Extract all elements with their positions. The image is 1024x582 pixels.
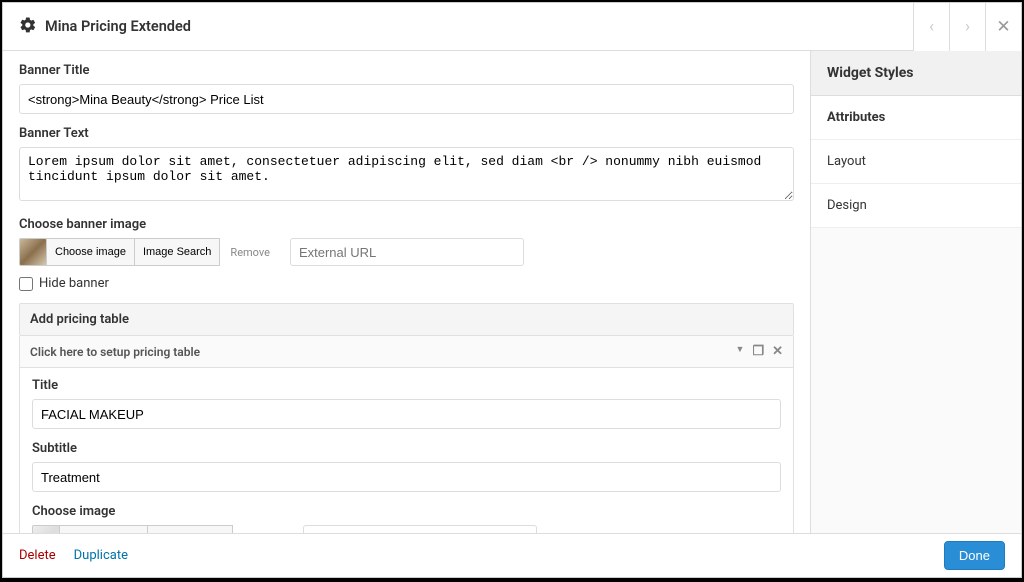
table-image-search-button[interactable]: Image Search	[147, 525, 233, 533]
sidebar: Widget Styles Attributes Layout Design	[811, 51, 1021, 533]
modal-header: Mina Pricing Extended ‹ › ✕	[3, 3, 1021, 51]
sidebar-tab-design[interactable]: Design	[811, 184, 1021, 228]
pricing-table-record-bar[interactable]: Click here to setup pricing table ▼ ❐ ✕	[19, 336, 794, 368]
table-subtitle-input[interactable]	[32, 462, 781, 492]
hide-banner-label: Hide banner	[39, 276, 109, 291]
sidebar-header: Widget Styles	[811, 51, 1021, 96]
banner-title-input[interactable]	[19, 84, 794, 114]
chevron-down-icon[interactable]: ▼	[736, 344, 745, 359]
modal-title: Mina Pricing Extended	[19, 16, 191, 38]
image-search-button[interactable]: Image Search	[134, 238, 220, 266]
banner-text-textarea[interactable]: Lorem ipsum dolor sit amet, consectetuer…	[19, 147, 794, 201]
modal-body: Banner Title Banner Text Lorem ipsum dol…	[3, 51, 1021, 533]
next-button[interactable]: ›	[949, 3, 985, 51]
table-title-label: Title	[32, 378, 781, 393]
modal-title-text: Mina Pricing Extended	[45, 18, 191, 35]
close-button[interactable]: ✕	[985, 3, 1021, 51]
table-external-url-input[interactable]	[303, 525, 537, 533]
table-choose-image-label: Choose image	[32, 504, 781, 519]
pricing-table-expanded: Title Subtitle Choose image Choose image…	[19, 368, 794, 533]
close-icon[interactable]: ✕	[772, 344, 783, 359]
gear-icon	[19, 16, 37, 38]
table-title-input[interactable]	[32, 399, 781, 429]
table-subtitle-label: Subtitle	[32, 441, 781, 456]
table-image-thumb[interactable]	[32, 525, 60, 533]
table-choose-image-button[interactable]: Choose image	[59, 525, 148, 533]
duplicate-link[interactable]: Duplicate	[74, 548, 128, 563]
pricing-table-record-label: Click here to setup pricing table	[30, 345, 200, 359]
prev-button[interactable]: ‹	[913, 3, 949, 51]
banner-image-thumb[interactable]	[19, 238, 47, 266]
modal-frame: Mina Pricing Extended ‹ › ✕ Banner Title…	[2, 2, 1022, 578]
sidebar-tab-attributes[interactable]: Attributes	[811, 96, 1021, 140]
sidebar-tab-layout[interactable]: Layout	[811, 140, 1021, 184]
external-url-input[interactable]	[290, 238, 524, 266]
choose-banner-image-label: Choose banner image	[19, 217, 794, 232]
main-panel: Banner Title Banner Text Lorem ipsum dol…	[3, 51, 811, 533]
banner-title-label: Banner Title	[19, 63, 794, 78]
duplicate-icon[interactable]: ❐	[752, 344, 764, 359]
delete-link[interactable]: Delete	[19, 548, 56, 563]
hide-banner-checkbox[interactable]	[19, 277, 33, 291]
done-button[interactable]: Done	[944, 541, 1005, 570]
remove-image-link[interactable]: Remove	[220, 246, 280, 259]
modal-footer: Delete Duplicate Done	[3, 533, 1021, 577]
choose-image-button[interactable]: Choose image	[46, 238, 135, 266]
banner-text-label: Banner Text	[19, 126, 794, 141]
add-pricing-table-header: Add pricing table	[19, 303, 794, 336]
